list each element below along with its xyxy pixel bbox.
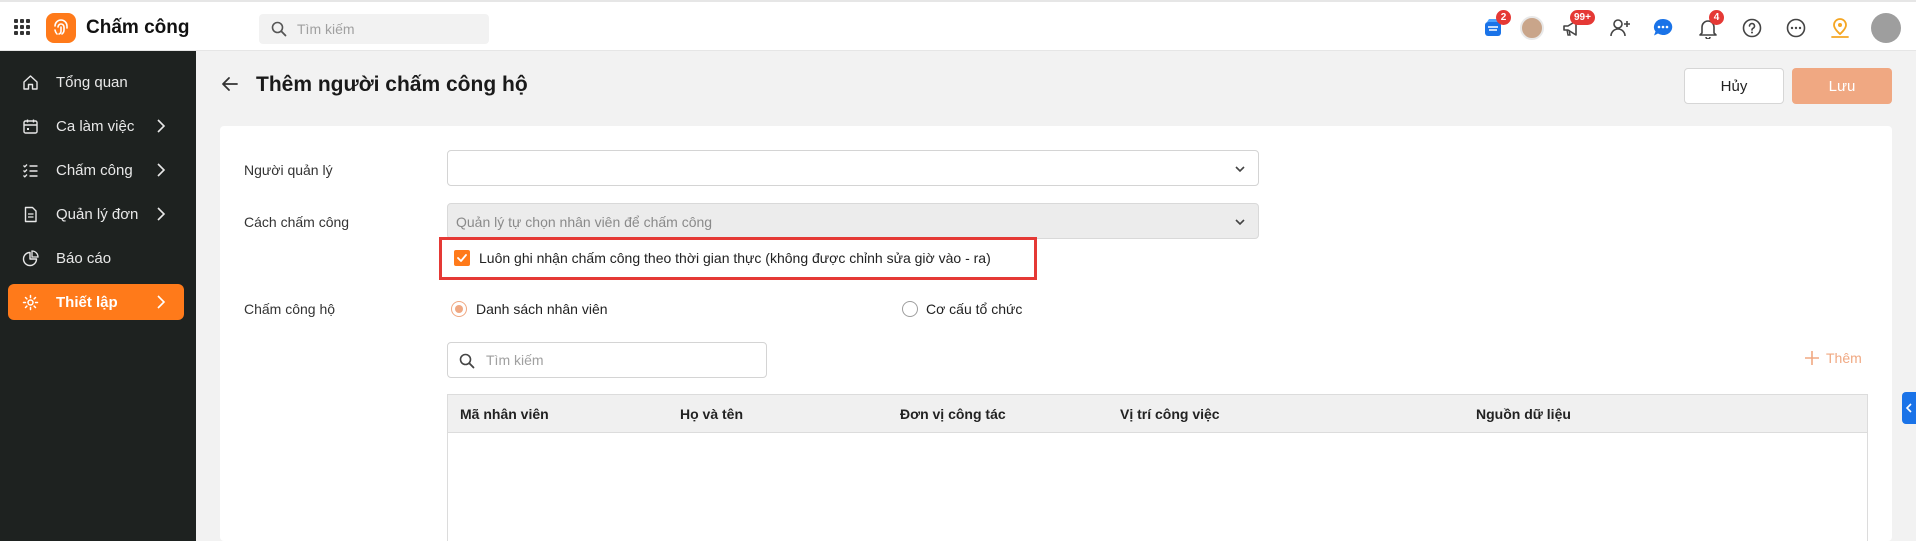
more-button[interactable] [1783,15,1809,41]
sidebar-item-shifts[interactable]: Ca làm việc [8,108,184,144]
sidebar-item-requests[interactable]: Quản lý đơn [8,196,184,232]
cancel-button[interactable]: Hủy [1684,68,1784,104]
checkmark-icon [457,254,467,262]
add-user-icon [1610,19,1630,37]
user-avatar[interactable] [1519,15,1545,41]
pie-chart-icon [22,250,39,267]
chevron-right-icon [157,207,166,221]
realtime-checkbox-label: Luôn ghi nhận chấm công theo thời gian t… [479,250,991,266]
avatar [1520,16,1544,40]
column-header[interactable]: Mã nhân viên [460,406,549,422]
sidebar-item-label: Thiết lập [56,294,118,311]
column-header[interactable]: Đơn vị công tác [900,406,1006,422]
realtime-checkbox[interactable] [454,250,470,266]
calendar-icon [23,119,38,134]
save-button[interactable]: Lưu [1792,68,1892,104]
sidebar-item-timekeeping[interactable]: Chấm công [8,152,184,188]
sidebar-item-overview[interactable]: Tổng quan [8,64,184,100]
sidebar-item-reports[interactable]: Báo cáo [8,240,184,276]
announcements-badge: 99+ [1570,10,1595,25]
help-icon [1742,18,1762,38]
radio-org-structure[interactable] [902,301,918,317]
column-header[interactable]: Họ và tên [680,406,743,422]
chat-icon [1653,18,1673,36]
help-button[interactable] [1739,15,1765,41]
sidebar: Tổng quan Ca làm việc Chấm công Quản lý … [0,51,196,541]
notifications-badge: 4 [1709,10,1724,25]
manager-label: Người quản lý [244,162,333,178]
column-header[interactable]: Vị trí công việc [1120,406,1220,422]
plus-icon [1805,351,1819,365]
more-icon [1786,18,1806,38]
method-select[interactable]: Quản lý tự chọn nhân viên để chấm công [447,203,1259,239]
apps-grid-icon[interactable] [14,19,30,35]
method-label: Cách chấm công [244,214,350,230]
fingerprint-icon [54,19,68,35]
profile-menu[interactable] [1871,13,1901,43]
sidebar-item-label: Ca làm việc [56,118,135,135]
notifications-button[interactable]: 4 [1695,10,1724,41]
sidebar-item-label: Chấm công [56,162,133,179]
location-button[interactable] [1827,15,1853,41]
back-arrow-icon[interactable] [220,74,240,94]
search-input[interactable] [297,14,482,44]
employee-search[interactable] [447,342,767,378]
home-icon [23,75,38,90]
employee-table: Mã nhân viên Họ và tên Đơn vị công tác V… [447,394,1868,541]
search-icon [459,353,475,369]
qr-avatar [1871,13,1901,43]
radio-employee-list-label: Danh sách nhân viên [476,301,608,317]
store-badge: 2 [1496,10,1511,25]
document-icon [24,206,37,223]
radio-employee-list[interactable] [451,301,467,317]
gear-icon [22,294,39,311]
manager-select[interactable] [447,150,1259,186]
top-bar: Chấm công 2 99+ [0,0,1916,51]
chat-button[interactable] [1650,15,1676,41]
global-search[interactable] [259,14,489,44]
sidebar-item-settings[interactable]: Thiết lập [8,284,184,320]
method-value: Quản lý tự chọn nhân viên để chấm công [456,214,713,230]
announcements-button[interactable]: 99+ [1558,10,1595,41]
column-header[interactable]: Nguồn dữ liệu [1476,406,1571,422]
chevron-right-icon [157,295,166,309]
sidebar-item-label: Tổng quan [56,74,128,91]
chevron-right-icon [157,119,166,133]
chevron-down-icon [1235,219,1245,226]
add-user-button[interactable] [1607,15,1633,41]
app-logo [46,13,76,43]
location-icon [1831,18,1849,38]
page-title: Thêm người chấm công hộ [256,73,528,96]
search-icon [271,21,287,37]
sidebar-item-label: Quản lý đơn [56,206,139,223]
chevron-left-icon [1905,403,1912,413]
table-header: Mã nhân viên Họ và tên Đơn vị công tác V… [448,395,1867,433]
proxy-label: Chấm công hộ [244,301,336,317]
side-panel-toggle[interactable] [1902,392,1916,424]
store-button[interactable]: 2 [1480,10,1511,41]
checklist-icon [23,164,38,178]
chevron-right-icon [157,163,166,177]
sidebar-item-label: Báo cáo [56,250,112,267]
app-title: Chấm công [86,17,190,38]
employee-search-input[interactable] [486,343,756,377]
chevron-down-icon [1235,166,1245,173]
add-button[interactable]: Thêm [1804,350,1862,366]
radio-org-structure-label: Cơ cấu tổ chức [926,301,1023,317]
add-button-label: Thêm [1826,350,1862,366]
